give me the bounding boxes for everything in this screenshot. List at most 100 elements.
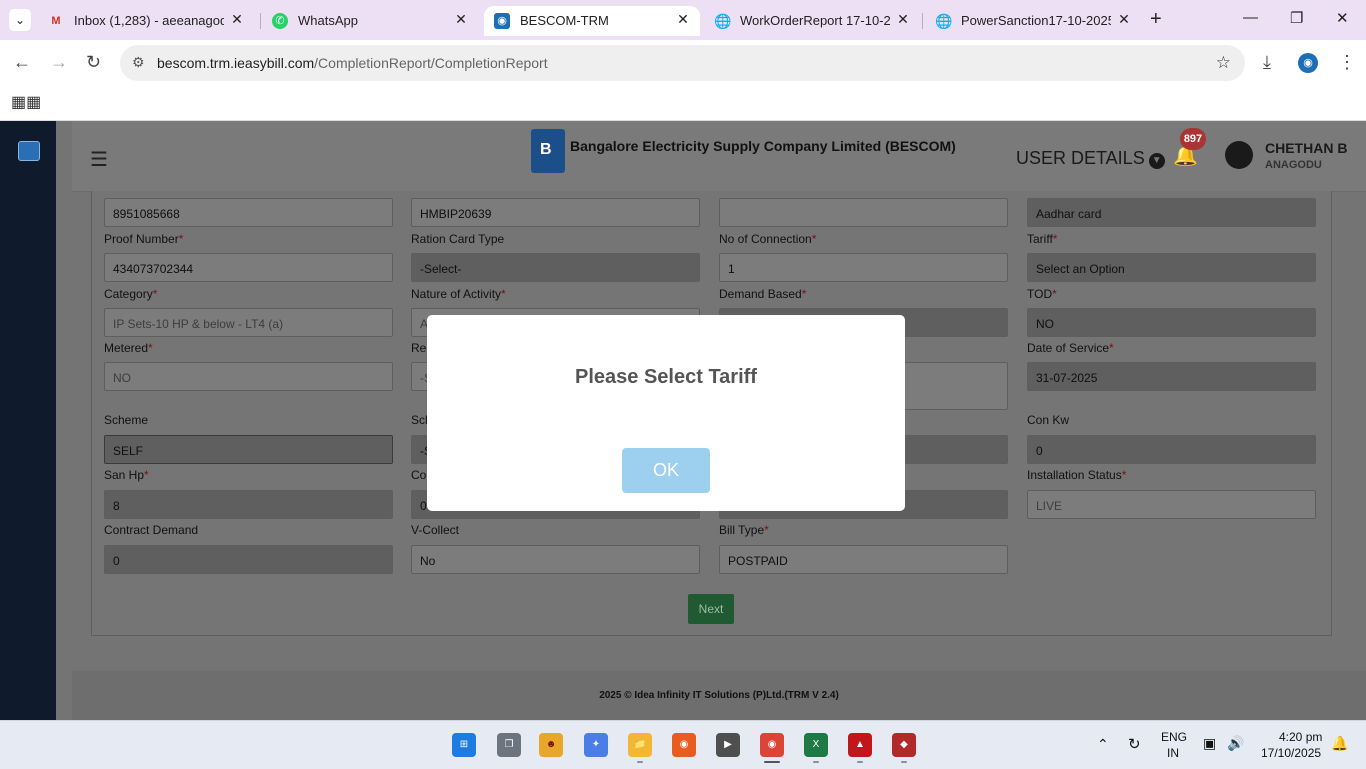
label-tariff: Tariff* xyxy=(1027,232,1058,246)
con-kw-field[interactable]: 0 xyxy=(1027,435,1316,464)
file-explorer-icon[interactable]: 📁 xyxy=(628,733,652,757)
site-settings-icon[interactable]: ⚙ xyxy=(132,54,145,71)
san-hp-field[interactable]: 8 xyxy=(104,490,393,519)
maximize-button[interactable]: ❐ xyxy=(1290,9,1303,27)
profile-avatar-icon[interactable]: ◉ xyxy=(1298,53,1318,73)
pdf-reader-icon[interactable]: ▲ xyxy=(848,733,872,757)
address-bar[interactable]: ⚙ bescom.trm.ieasybill.com/CompletionRep… xyxy=(120,45,1245,81)
tab-workorder-report[interactable]: 🌐 WorkOrderReport 17-10-202 ✕ xyxy=(704,6,920,36)
volume-icon[interactable]: 🔊 xyxy=(1227,735,1244,752)
user-avatar-icon[interactable] xyxy=(1225,141,1253,169)
field-value: 8 xyxy=(113,499,120,513)
new-tab-button[interactable]: + xyxy=(1150,8,1162,31)
tab-search-button[interactable]: ⌄ xyxy=(9,9,31,31)
label-bill-type: Bill Type* xyxy=(719,523,769,537)
rr-number-field[interactable]: HMBIP20639 xyxy=(411,198,700,227)
proof-type-select[interactable]: Aadhar card xyxy=(1027,198,1316,227)
tab-title: PowerSanction17-10-2025 0 xyxy=(961,13,1111,28)
field-value: 434073702344 xyxy=(113,262,194,276)
label-san-hp: San Hp* xyxy=(104,468,149,482)
hamburger-menu-icon[interactable]: ☰ xyxy=(90,147,108,172)
task-view-icon[interactable]: ❐ xyxy=(497,733,521,757)
close-tab-icon[interactable]: ✕ xyxy=(674,11,692,28)
company-name: Bangalore Electricity Supply Company Lim… xyxy=(570,138,956,154)
windows-taskbar: ⊞ ❐ ☻ ✦ 📁 ◉ ▶ ◉ X ▲ ◆ ⌃ ↻ ENG IN ▣ 🔊 4:2… xyxy=(0,720,1366,769)
chrome-icon[interactable]: ◉ xyxy=(760,733,784,757)
bookmark-star-icon[interactable]: ☆ xyxy=(1216,53,1231,73)
running-indicator xyxy=(857,761,863,763)
label-ration-card-type: Ration Card Type xyxy=(411,232,505,246)
anydesk-icon[interactable]: ◆ xyxy=(892,733,916,757)
reload-icon[interactable]: ↻ xyxy=(86,52,101,73)
notification-center-icon[interactable]: 🔔 xyxy=(1331,735,1348,752)
tariff-select[interactable]: Select an Option xyxy=(1027,253,1316,282)
close-tab-icon[interactable]: ✕ xyxy=(228,11,246,28)
tab-gmail[interactable]: M Inbox (1,283) - aeeanagodu@ ✕ xyxy=(38,6,254,36)
scheme-select[interactable]: SELF xyxy=(104,435,393,464)
app-icon[interactable]: ☻ xyxy=(539,733,563,757)
minimize-button[interactable]: — xyxy=(1243,9,1258,26)
field-value: No xyxy=(420,554,436,568)
field-value: 1 xyxy=(728,262,735,276)
label-metered: Metered* xyxy=(104,341,153,355)
back-arrow-icon[interactable]: ← xyxy=(13,52,31,73)
firefox-icon[interactable]: ◉ xyxy=(672,733,696,757)
field-value: -Select- xyxy=(420,262,462,276)
close-tab-icon[interactable]: ✕ xyxy=(452,11,470,28)
lang-top: ENG xyxy=(1161,730,1188,744)
tab-power-sanction[interactable]: 🌐 PowerSanction17-10-2025 0 ✕ xyxy=(925,6,1141,36)
close-window-button[interactable]: ✕ xyxy=(1336,9,1349,27)
proof-number-field[interactable]: 434073702344 xyxy=(104,253,393,282)
app-sidebar xyxy=(0,121,56,720)
clock-time[interactable]: 4:20 pm xyxy=(1279,730,1322,744)
mobile-number-field[interactable]: 8951085668 xyxy=(104,198,393,227)
metered-field[interactable]: NO xyxy=(104,362,393,391)
label-text: Installation Status xyxy=(1027,468,1122,482)
kebab-menu-icon[interactable]: ⋮ xyxy=(1338,52,1356,73)
ration-card-type-select[interactable]: -Select- xyxy=(411,253,700,282)
language-region: IN xyxy=(1167,746,1179,760)
next-button[interactable]: Next xyxy=(688,594,734,624)
start-button-icon[interactable]: ⊞ xyxy=(452,733,476,757)
label-installation-status: Installation Status* xyxy=(1027,468,1127,482)
chevron-up-icon[interactable]: ⌃ xyxy=(1097,736,1109,753)
tab-bescom-trm[interactable]: ◉ BESCOM-TRM ✕ xyxy=(484,6,700,36)
sync-icon[interactable]: ↻ xyxy=(1128,735,1141,753)
v-collect-select[interactable]: No xyxy=(411,545,700,574)
tab-whatsapp[interactable]: ✆ WhatsApp ✕ xyxy=(262,6,478,36)
bill-type-select[interactable]: POSTPAID xyxy=(719,545,1008,574)
label-text: Tariff xyxy=(1027,232,1053,246)
excel-icon[interactable]: X xyxy=(804,733,828,757)
label-category: Category* xyxy=(104,287,158,301)
download-icon[interactable]: ⤓ xyxy=(1263,52,1271,73)
label-text: Nature of Activity xyxy=(411,287,502,301)
label-text: Category xyxy=(104,287,153,301)
label-proof-number: Proof Number* xyxy=(104,232,184,246)
close-tab-icon[interactable]: ✕ xyxy=(894,11,912,28)
tab-title: Inbox (1,283) - aeeanagodu@ xyxy=(74,13,224,28)
category-field[interactable]: IP Sets-10 HP & below - LT4 (a) xyxy=(104,308,393,337)
label-text: No of Connection xyxy=(719,232,812,246)
clock-date[interactable]: 17/10/2025 xyxy=(1261,746,1321,760)
empty-field[interactable] xyxy=(719,198,1008,227)
forward-arrow-icon[interactable]: → xyxy=(50,52,68,73)
date-of-service-field[interactable]: 31-07-2025 xyxy=(1027,362,1316,391)
no-of-connection-field[interactable]: 1 xyxy=(719,253,1008,282)
contract-demand-field[interactable]: 0 xyxy=(104,545,393,574)
field-value: LIVE xyxy=(1036,499,1063,513)
user-details-dropdown[interactable]: USER DETAILS ▼ xyxy=(1016,148,1165,169)
installation-status-field[interactable]: LIVE xyxy=(1027,490,1316,519)
apps-grid-icon[interactable]: ▦▦ xyxy=(11,92,41,112)
url-domain: bescom.trm.ieasybill.com xyxy=(157,55,315,71)
video-editor-icon[interactable]: ▶ xyxy=(716,733,740,757)
page-footer: 2025 © Idea Infinity IT Solutions (P)Ltd… xyxy=(72,671,1366,720)
label-demand-based: Demand Based* xyxy=(719,287,807,301)
tod-select[interactable]: NO xyxy=(1027,308,1316,337)
tab-title: BESCOM-TRM xyxy=(520,13,609,28)
network-icon[interactable]: ▣ xyxy=(1203,735,1216,752)
ok-button[interactable]: OK xyxy=(622,448,710,493)
copilot-icon[interactable]: ✦ xyxy=(584,733,608,757)
close-tab-icon[interactable]: ✕ xyxy=(1115,11,1133,28)
language-indicator[interactable]: ENG xyxy=(1161,730,1187,744)
sidebar-logo-icon[interactable] xyxy=(18,141,40,161)
